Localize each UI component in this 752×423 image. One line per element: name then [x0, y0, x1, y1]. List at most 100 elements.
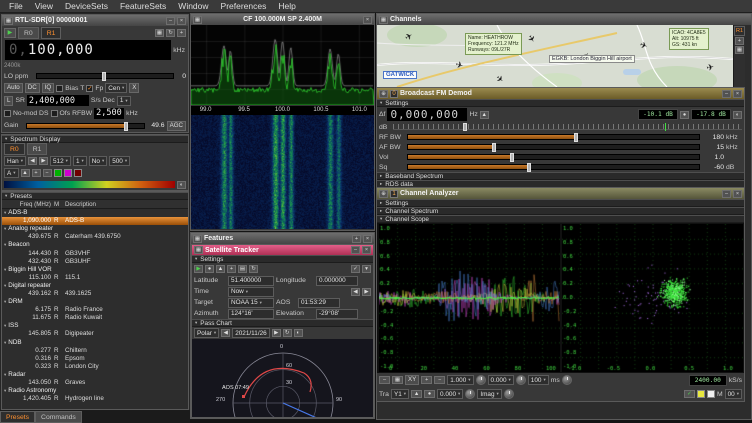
- fill-color-swatch[interactable]: [74, 169, 82, 177]
- tracker-target-icon[interactable]: ●: [205, 265, 214, 273]
- trace-enable-icon[interactable]: ✓: [684, 390, 695, 398]
- tracker-check-icon[interactable]: ✓: [351, 265, 360, 273]
- preset-group[interactable]: ▾NDB: [2, 339, 188, 347]
- decimation-select[interactable]: 1▾: [117, 96, 131, 106]
- target-select[interactable]: NOAA 15▾: [228, 298, 274, 308]
- fm-frequency-dial[interactable]: 0,000,000: [387, 108, 467, 121]
- menu-item-preferences[interactable]: Preferences: [215, 0, 273, 13]
- pass-chart-header[interactable]: ▾ Pass Chart: [192, 319, 373, 327]
- pass-refresh-icon[interactable]: ↻: [283, 329, 292, 337]
- preset-group[interactable]: ▾ISS: [2, 322, 188, 330]
- longitude-field[interactable]: 0.000000: [316, 276, 358, 286]
- fp-checkbox[interactable]: ✓: [86, 85, 93, 92]
- tab-r1[interactable]: R1: [41, 27, 62, 39]
- preset-item[interactable]: 144.430RGB3VHF: [2, 249, 188, 257]
- avg-mode-select[interactable]: No▾: [89, 156, 107, 166]
- tracker-minimize-icon[interactable]: –: [351, 246, 360, 254]
- preset-item[interactable]: 432.430RGB3UHF: [2, 258, 188, 266]
- preset-item[interactable]: 439.162R439.1625: [2, 290, 188, 298]
- pass-mode-icon[interactable]: ◐: [294, 329, 303, 337]
- trace-select[interactable]: A▾: [4, 168, 19, 178]
- preset-group[interactable]: ▾Digital repeater: [2, 282, 188, 290]
- sd-tab-r1[interactable]: R1: [27, 143, 48, 155]
- iq-button[interactable]: IQ: [42, 83, 55, 93]
- fm-titlebar[interactable]: ⊕ 0 Broadcast FM Demod – ×: [377, 88, 744, 99]
- xy-mode-button[interactable]: XY: [405, 375, 419, 385]
- baseband-spectrum-header[interactable]: ▸ Baseband Spectrum: [377, 172, 744, 180]
- airport-info-box[interactable]: Name: HEATHROW Frequency: 121.2 MHz Runw…: [465, 33, 522, 55]
- features-titlebar[interactable]: ▦ Features + ×: [191, 233, 374, 244]
- menu-item-featuresets[interactable]: FeatureSets: [114, 0, 172, 13]
- fm-pause-icon[interactable]: ●: [680, 111, 689, 119]
- tracker-settings-header[interactable]: ▾ Settings: [192, 255, 373, 263]
- frequency-dial[interactable]: 0,100,000: [5, 40, 171, 60]
- tracker-menu-icon[interactable]: ▾: [362, 265, 371, 273]
- af-bw-slider[interactable]: [407, 144, 700, 150]
- gain-slider[interactable]: [26, 123, 145, 129]
- fm-channel-icon[interactable]: ⊕: [379, 90, 388, 98]
- sr-lock-button[interactable]: L: [4, 96, 13, 106]
- next-pass-icon[interactable]: ▶: [272, 329, 281, 337]
- analyzer-settings-header[interactable]: ▸ Settings: [377, 199, 744, 207]
- projection-knob[interactable]: [504, 389, 514, 399]
- preset-item[interactable]: 0.277RChiltern: [2, 347, 188, 355]
- preset-item[interactable]: 115.100R115.1: [2, 274, 188, 282]
- trace-length-select[interactable]: 100▾: [528, 375, 549, 385]
- latitude-field[interactable]: 51.400000: [228, 276, 274, 286]
- amp-offset-select[interactable]: 0.000▾: [488, 375, 514, 385]
- fm-mute-icon[interactable]: ◐: [733, 111, 742, 119]
- waterfall-plot[interactable]: [191, 115, 374, 229]
- projection-select[interactable]: Imag▾: [477, 389, 501, 399]
- analyzer-channel-icon[interactable]: ⊕: [379, 190, 388, 198]
- tracker-start-icon[interactable]: ▶: [194, 265, 203, 273]
- next-icon[interactable]: ▶: [39, 157, 48, 165]
- trace-color-swatch[interactable]: [54, 169, 62, 177]
- cen-select[interactable]: Cen▾: [105, 83, 127, 93]
- trace-add-icon[interactable]: +: [421, 376, 432, 384]
- trace-color2-swatch[interactable]: [707, 390, 715, 398]
- menu-item-devicesets[interactable]: DeviceSets: [59, 0, 114, 13]
- avg-select[interactable]: 1▾: [73, 156, 87, 166]
- trace-view-icon[interactable]: ●: [424, 390, 435, 398]
- auto-button[interactable]: Auto: [4, 83, 23, 93]
- device-grid-icon[interactable]: ▦: [155, 29, 164, 37]
- layout-single-icon[interactable]: –: [379, 376, 390, 384]
- preset-item[interactable]: 143.050RGraves: [2, 379, 188, 387]
- preset-item[interactable]: 1,420.405RHydrogen line: [2, 395, 188, 403]
- analyzer-close-icon[interactable]: ×: [733, 190, 742, 198]
- fm-settings-header[interactable]: ▾ Settings: [377, 99, 744, 107]
- preset-group[interactable]: ▾ADS-B: [2, 209, 188, 217]
- menu-item-help[interactable]: Help: [272, 0, 301, 13]
- refresh-select[interactable]: 500▾: [109, 156, 130, 166]
- menu-item-file[interactable]: File: [3, 0, 29, 13]
- amp-scale-select[interactable]: 1.000▾: [447, 375, 473, 385]
- time-next-icon[interactable]: ▶: [362, 288, 371, 296]
- tracker-add-icon[interactable]: +: [227, 265, 236, 273]
- start-device-button[interactable]: ▶: [4, 28, 16, 38]
- fft-size-select[interactable]: 512▾: [50, 156, 71, 166]
- amp-knob[interactable]: [476, 375, 486, 385]
- trace-up-icon[interactable]: ▲: [411, 390, 422, 398]
- adsb-map[interactable]: ✈✈✈✈✈✈✈ Name: HEATHROW Frequency: 121.2 …: [377, 25, 733, 87]
- sample-rate-dial[interactable]: 2,400,000: [27, 95, 89, 106]
- device-add-icon[interactable]: +: [177, 29, 186, 37]
- spectrum-close-icon[interactable]: ×: [363, 16, 372, 24]
- preset-group[interactable]: ▾DRM: [2, 298, 188, 306]
- tracker-refresh-icon[interactable]: ↻: [249, 265, 258, 273]
- features-close-icon[interactable]: ×: [363, 235, 372, 243]
- nomod-checkbox[interactable]: [4, 110, 11, 117]
- trace-offset-knob[interactable]: [465, 389, 475, 399]
- fm-close-icon[interactable]: ×: [733, 90, 742, 98]
- fm-minimize-icon[interactable]: –: [722, 90, 731, 98]
- trace-remove-icon[interactable]: −: [434, 376, 445, 384]
- tracker-close-icon[interactable]: ×: [362, 246, 371, 254]
- rfbw-dial[interactable]: 2,500: [94, 108, 124, 119]
- sd-tab-r0[interactable]: R0: [4, 143, 25, 155]
- tab-commands[interactable]: Commands: [35, 411, 82, 423]
- preset-item[interactable]: 439.675RCaterham 439.6750: [2, 233, 188, 241]
- time-select[interactable]: Now▾: [228, 287, 274, 297]
- spectrum-plot[interactable]: [191, 25, 374, 105]
- preset-item[interactable]: 6.175RRadio France: [2, 306, 188, 314]
- window-grid-icon[interactable]: ▦: [193, 235, 202, 243]
- tab-r0[interactable]: R0: [18, 27, 39, 39]
